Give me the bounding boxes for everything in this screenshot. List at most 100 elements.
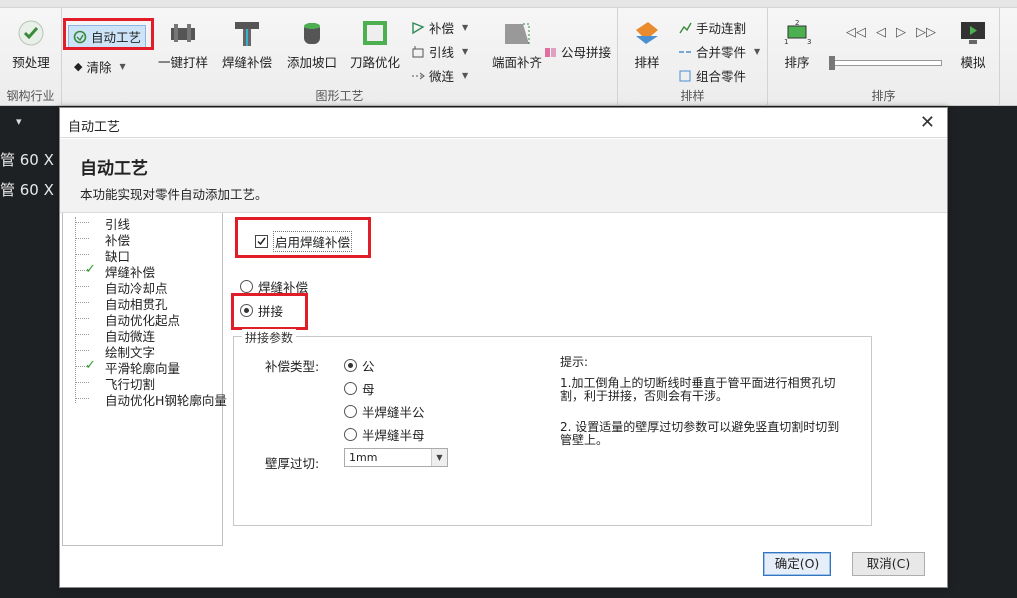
comp-type-half-male[interactable]: 半焊缝半公 [344, 402, 425, 421]
group-ordering: 1 2 3 排序 ◁◁ ◁ ▷ ▷▷ 模拟 排序 [768, 8, 1000, 106]
comp-type-option-label: 半焊缝半母 [362, 428, 425, 443]
tree-branch [75, 318, 89, 319]
lead-icon [411, 45, 425, 59]
highlight-enable-weld [235, 217, 371, 258]
compensate-button[interactable]: 补偿 ▼ [411, 18, 468, 37]
wall-cut-value: 1mm [349, 451, 378, 464]
weld-comp-label: 焊缝补偿 [221, 55, 272, 70]
male-female-join-label: 公母拼接 [561, 45, 612, 60]
tree-branch [75, 286, 89, 287]
manual-cut-button[interactable]: 手动连割 [678, 18, 746, 37]
radio-circle[interactable] [344, 382, 357, 395]
simulate-button[interactable]: 模拟 [944, 16, 1002, 71]
add-groove-button[interactable]: 添加坡口 [283, 16, 341, 71]
first-icon[interactable]: ◁◁ [846, 25, 866, 40]
highlight-join [231, 293, 308, 330]
simulate-label: 模拟 [960, 55, 986, 70]
combine-parts-button[interactable]: 组合零件 [678, 66, 746, 85]
dialog-window-title: 自动工艺 [68, 120, 121, 135]
auto-process-dialog: 自动工艺 ✕ 自动工艺 本功能实现对零件自动添加工艺。 ✓ ✓ 引线 补偿 缺口… [59, 107, 948, 588]
diamond-icon: ◆ [74, 60, 83, 73]
clear-button[interactable]: ◆ 清除 ▼ [74, 57, 126, 76]
wall-cut-label: 壁厚过切: [265, 456, 320, 471]
check-icon: ✓ [85, 262, 96, 277]
comp-type-label: 补偿类型: [265, 359, 320, 374]
ribbon-tab-strip [0, 0, 1017, 8]
radio-circle[interactable] [240, 280, 253, 293]
wall-cut-select[interactable]: 1mm ▼ [344, 448, 448, 467]
path-optimize-label: 刀路优化 [349, 55, 400, 70]
dialog-header: 自动工艺 本功能实现对零件自动添加工艺。 [60, 139, 947, 213]
nesting-button[interactable]: 排样 [618, 16, 676, 71]
tree-branch [75, 350, 89, 351]
next-icon[interactable]: ▷ [896, 25, 906, 40]
weld-comp-button[interactable]: 焊缝补偿 [218, 16, 276, 71]
merge-parts-button[interactable]: 合并零件 ▼ [678, 42, 760, 61]
cursor-icon: ▾ [16, 115, 22, 128]
micro-joint-label: 微连 [429, 69, 455, 84]
slider-thumb[interactable] [829, 56, 835, 70]
hint-line: 管壁上。 [560, 433, 609, 447]
cancel-button[interactable]: 取消(C) [852, 552, 925, 576]
male-female-join-button[interactable]: 公母拼接 [543, 42, 611, 61]
dialog-heading: 自动工艺 [80, 159, 148, 179]
comp-type-half-female[interactable]: 半焊缝半母 [344, 425, 425, 444]
tree-branch [75, 302, 89, 303]
simulate-icon [958, 18, 988, 48]
preprocess-button[interactable]: 预处理 [2, 16, 60, 71]
add-groove-label: 添加坡口 [286, 55, 337, 70]
radio-circle[interactable] [344, 428, 357, 441]
group-label-ordering: 排序 [871, 89, 896, 103]
prev-icon[interactable]: ◁ [876, 25, 886, 40]
path-optimize-button[interactable]: 刀路优化 [346, 16, 404, 71]
tree-branch [75, 382, 89, 383]
dialog-description: 本功能实现对零件自动添加工艺。 [80, 187, 268, 202]
dialog-titlebar: 自动工艺 ✕ [60, 108, 947, 138]
micro-joint-button[interactable]: 微连 ▼ [411, 66, 468, 85]
preprocess-label: 预处理 [12, 55, 50, 70]
groove-icon [297, 18, 327, 48]
end-fill-icon [502, 18, 532, 48]
one-click-mark-button[interactable]: 一键打样 [154, 16, 212, 71]
highlight-auto-process [63, 18, 154, 50]
comp-type-option-label: 公 [362, 359, 375, 374]
last-icon[interactable]: ▷▷ [916, 25, 936, 40]
sort-icon: 1 2 3 [782, 18, 812, 48]
ribbon-toolbar: 预处理 钢构行业 自动工艺 ◆ 清除 ▼ 一键打样 焊缝补偿 添加坡口 刀路优化… [0, 0, 1017, 106]
join-icon [543, 45, 557, 59]
join-params-title: 拼接参数 [242, 329, 297, 346]
chevron-down-icon: ▼ [462, 71, 469, 80]
join-params-group: 拼接参数 补偿类型: 公 母 半焊缝半公 半焊缝半母 壁厚过切: 1mm ▼ 提… [233, 329, 872, 526]
tree-branch [75, 222, 89, 223]
close-icon[interactable]: ✕ [920, 112, 935, 133]
group-label-graphics: 图形工艺 [315, 89, 364, 103]
comp-type-female[interactable]: 母 [344, 379, 375, 398]
tree-branch [75, 398, 89, 399]
end-fill-label: 端面补齐 [491, 55, 542, 70]
group-nesting: 排样 手动连割 合并零件 ▼ 组合零件 排样 [618, 8, 768, 106]
weld-icon [232, 18, 262, 48]
check-icon: ✓ [85, 358, 96, 373]
lead-button[interactable]: 引线 ▼ [411, 42, 468, 61]
radio-circle[interactable] [344, 405, 357, 418]
comp-type-male[interactable]: 公 [344, 356, 375, 375]
chevron-down-icon[interactable]: ▼ [431, 449, 447, 466]
sort-button[interactable]: 1 2 3 排序 [768, 16, 826, 71]
tree-line [75, 217, 76, 403]
radio-circle[interactable] [344, 359, 357, 372]
mark-icon [168, 18, 198, 48]
simulation-slider[interactable] [829, 56, 942, 70]
micro-joint-icon [411, 69, 425, 83]
canvas-right [948, 107, 1017, 598]
svg-text:1: 1 [784, 38, 788, 46]
manual-cut-label: 手动连割 [696, 21, 747, 36]
sort-label: 排序 [784, 55, 810, 70]
nav-item-h-steel-contour[interactable]: 自动优化H钢轮廓向量 [105, 390, 227, 409]
ok-button[interactable]: 确定(O) [763, 552, 831, 576]
chevron-down-icon: ▼ [462, 47, 469, 56]
manual-cut-icon [678, 21, 692, 35]
combine-icon [678, 69, 692, 83]
group-label-nesting: 排样 [680, 89, 705, 103]
one-click-mark-label: 一键打样 [157, 55, 208, 70]
preprocess-icon [16, 18, 46, 48]
